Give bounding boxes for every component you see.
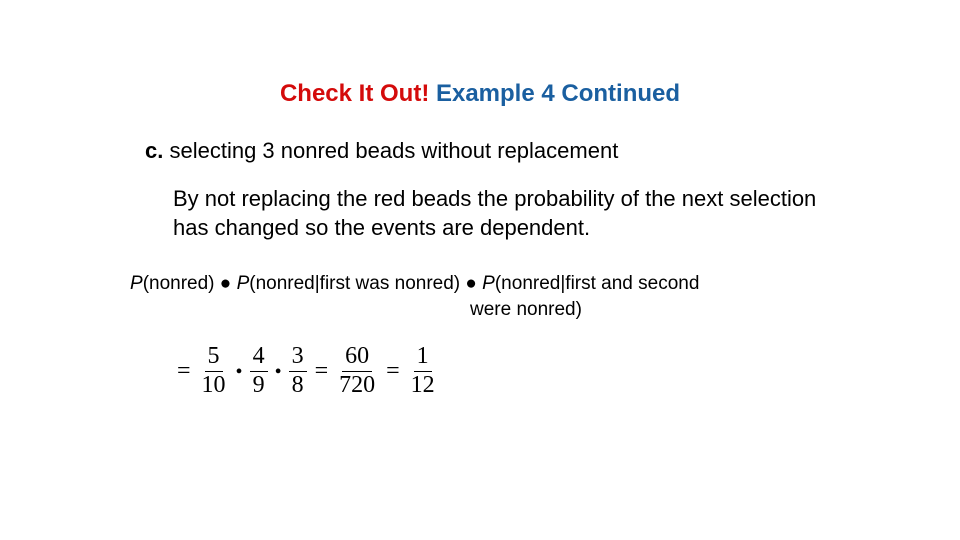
- frac3-num: 3: [289, 344, 307, 371]
- frac1-den: 10: [199, 372, 229, 398]
- formula-p2b: P: [237, 273, 250, 294]
- formula-t3: (nonred|first and second: [495, 273, 700, 294]
- fraction-4: 60 720: [336, 344, 378, 397]
- slide-title: Check It Out! Example 4 Continued: [0, 80, 960, 108]
- frac4-den: 720: [336, 372, 378, 398]
- fraction-3: 3 8: [289, 344, 307, 397]
- formula-t1: (nonred): [143, 273, 220, 294]
- frac2-num: 4: [250, 344, 268, 371]
- problem-line: c. selecting 3 nonred beads without repl…: [145, 136, 820, 166]
- frac3-den: 8: [289, 372, 307, 398]
- formula-p3b: P: [482, 273, 495, 294]
- problem-label: c.: [145, 138, 163, 163]
- probability-formula: P(nonred) ● P(nonred|first was nonred) ●…: [130, 271, 820, 322]
- fraction-5: 1 12: [408, 344, 438, 397]
- formula-t2: (nonred|first was nonred): [249, 273, 465, 294]
- slide: Check It Out! Example 4 Continued c. sel…: [0, 0, 960, 540]
- dot2: •: [274, 359, 283, 386]
- title-red: Check It Out!: [280, 80, 429, 107]
- frac5-den: 12: [408, 372, 438, 398]
- eq1: =: [175, 355, 193, 387]
- frac2-den: 9: [250, 372, 268, 398]
- fraction-1: 5 10: [199, 344, 229, 397]
- formula-dot1: ●: [220, 273, 231, 294]
- eq2: =: [313, 355, 331, 387]
- slide-body: c. selecting 3 nonred beads without repl…: [0, 136, 960, 398]
- calculation: = 5 10 • 4 9 • 3 8 = 60 720 = 1 1: [145, 344, 820, 397]
- title-blue: Example 4 Continued: [429, 80, 680, 107]
- formula-line2: were nonred): [130, 297, 820, 323]
- formula-p1: P: [130, 273, 143, 294]
- explanation-text: By not replacing the red beads the proba…: [145, 184, 820, 243]
- frac4-num: 60: [342, 344, 372, 371]
- eq3: =: [384, 355, 402, 387]
- frac1-num: 5: [205, 344, 223, 371]
- frac5-num: 1: [414, 344, 432, 371]
- formula-dot2: ●: [465, 273, 476, 294]
- fraction-2: 4 9: [250, 344, 268, 397]
- problem-text: selecting 3 nonred beads without replace…: [163, 138, 618, 163]
- dot1: •: [235, 359, 244, 386]
